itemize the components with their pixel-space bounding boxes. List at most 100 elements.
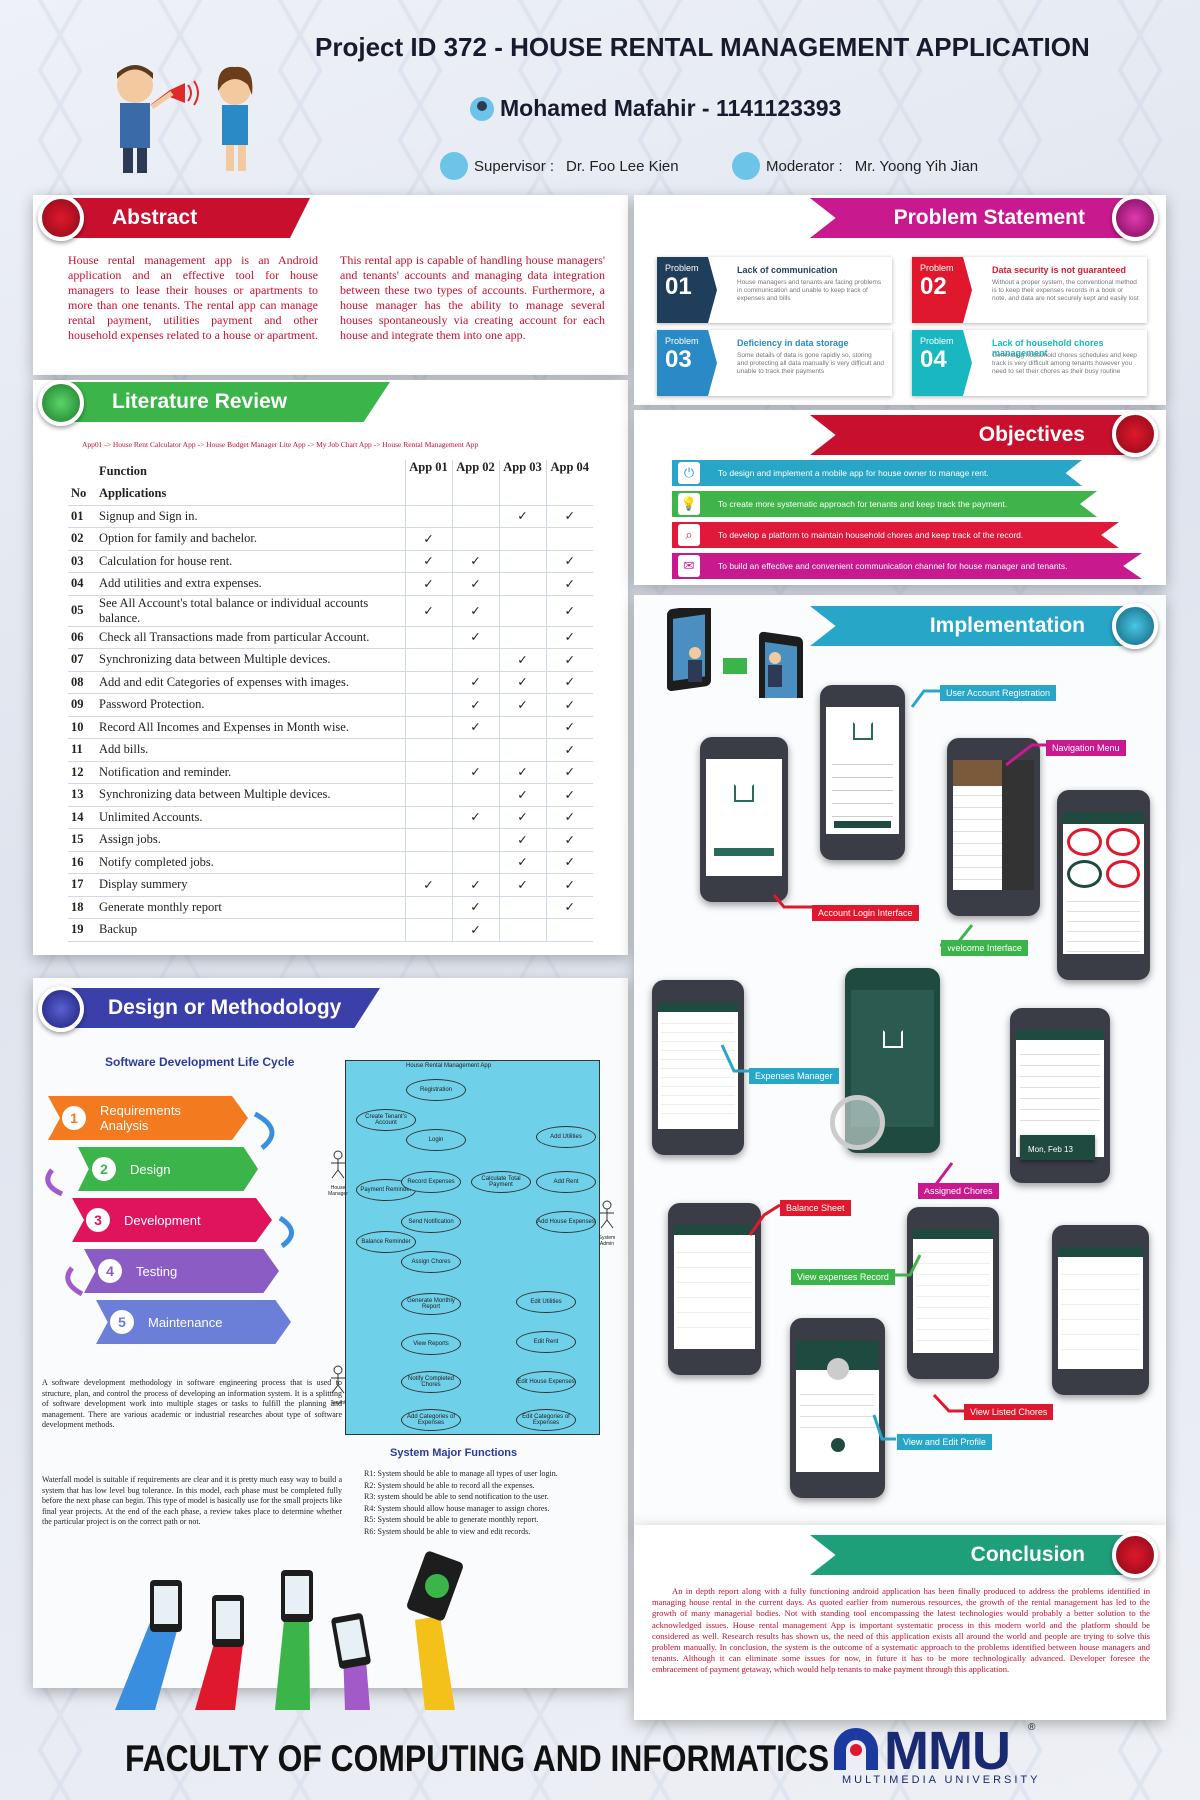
table-row: 13 Synchronizing data between Multiple de… — [68, 783, 593, 807]
app-4-cell: ✓ — [545, 505, 593, 528]
check-mark-icon: ✓ — [470, 603, 481, 618]
row-number: 02 — [68, 527, 96, 551]
sdlc-arrows — [40, 1100, 310, 1310]
problem-label: Problem — [665, 263, 699, 273]
check-mark-icon: ✓ — [517, 877, 528, 892]
use-case-bubble: Edit House Expenses — [516, 1371, 576, 1393]
objectives-circle-icon — [1112, 411, 1158, 457]
app-4-cell: ✓ — [545, 828, 593, 852]
abstract-circle-icon — [38, 195, 84, 241]
abstract-paragraph-2: This rental app is capable of handling h… — [340, 253, 605, 342]
app-2-cell: ✓ — [451, 595, 499, 627]
row-number: 19 — [68, 918, 96, 942]
check-mark-icon: ✓ — [470, 922, 481, 937]
row-number: 15 — [68, 828, 96, 852]
use-case-bubble: Add Rent — [536, 1171, 596, 1193]
row-number: 13 — [68, 783, 96, 807]
check-mark-icon: ✓ — [423, 576, 434, 591]
problem-title: Data security is not guaranteed — [992, 265, 1127, 275]
app-4-cell: ✓ — [545, 671, 593, 694]
objective-text: To create more systematic approach for t… — [718, 499, 1008, 509]
app-2-cell: ✓ — [451, 716, 499, 739]
problem-number: 03 — [665, 346, 692, 373]
app-2-cell: ✓ — [451, 918, 499, 942]
app-2-cell — [451, 828, 499, 852]
use-case-bubble: View Reports — [401, 1333, 461, 1355]
problem-number-block: Problem 01 — [657, 257, 717, 323]
app-4-cell: ✓ — [545, 761, 593, 784]
app-1-cell: ✓ — [404, 572, 452, 596]
app-2-cell — [451, 851, 499, 874]
mmu-reg-mark: ® — [1028, 1722, 1036, 1733]
check-mark-icon: ✓ — [564, 554, 575, 569]
use-case-bubble: Assign Chores — [401, 1251, 461, 1273]
student-name: Mohamed Mafahir - 1141123393 — [500, 95, 842, 121]
app-4-cell: ✓ — [545, 595, 593, 627]
header-illustration — [90, 55, 280, 175]
lightbulb-icon: 💡 — [678, 493, 700, 515]
lit-body: 01 Signup and Sign in. ✓ ✓ 02 Option for fami… — [68, 505, 593, 942]
app-4-cell: ✓ — [545, 716, 593, 739]
check-mark-icon: ✓ — [470, 877, 481, 892]
app-1-cell — [404, 918, 452, 942]
check-mark-icon: ✓ — [517, 855, 528, 870]
design-circle-icon — [38, 986, 84, 1032]
app-2-cell: ✓ — [451, 572, 499, 596]
supervisor-name: Dr. Foo Lee Kien — [566, 157, 679, 175]
app-3-cell: ✓ — [498, 783, 546, 807]
supervisor-line: Supervisor : Dr. Foo Lee Kien — [440, 152, 679, 180]
table-row: 16 Notify completed jobs. ✓ ✓ — [68, 851, 593, 874]
table-row: 17 Display summery ✓ ✓ ✓ ✓ — [68, 873, 593, 897]
row-number: 16 — [68, 851, 96, 874]
app-1-cell: ✓ — [404, 873, 452, 897]
check-mark-icon: ✓ — [423, 877, 434, 892]
callout-connectors — [720, 689, 1046, 1441]
app-4-cell: ✓ — [545, 738, 593, 762]
table-row: 05 See All Account's total balance or ind… — [68, 595, 593, 627]
moderator-label: Moderator : — [766, 157, 843, 175]
use-case-diagram: House Rental Management App Registration… — [345, 1060, 600, 1435]
actor-right: System Admin — [592, 1200, 622, 1247]
app-1-cell: ✓ — [404, 550, 452, 573]
app-3-cell: ✓ — [498, 828, 546, 852]
check-mark-icon: ✓ — [564, 900, 575, 915]
problem-number: 02 — [920, 273, 947, 300]
row-function: Option for family and bachelor. — [96, 527, 405, 551]
design-title-bar: Design or Methodology — [60, 988, 380, 1028]
app-1-cell — [404, 648, 452, 672]
problem-text: Without a proper system, the conventiona… — [992, 279, 1139, 302]
app-3-cell — [498, 896, 546, 919]
row-number: 09 — [68, 693, 96, 717]
check-mark-icon: ✓ — [517, 765, 528, 780]
app-4-cell: ✓ — [545, 626, 593, 649]
lit-head-row-1: Function App 01 App 02 App 03 App 04 — [68, 460, 593, 483]
problem-label: Problem — [920, 336, 954, 346]
check-mark-icon: ✓ — [423, 531, 434, 546]
actor-left-label: House Manager — [328, 1185, 348, 1197]
lit-head-row-2: No Applications — [68, 482, 593, 506]
table-row: 08 Add and edit Categories of expenses wi… — [68, 671, 593, 694]
problem-number-block: Problem 04 — [912, 330, 972, 396]
use-case-bubble: Edit Categories of Expenses — [516, 1409, 576, 1431]
check-mark-icon: ✓ — [564, 652, 575, 667]
check-mark-icon: ✓ — [564, 787, 575, 802]
literature-table-wrap: Function App 01 App 02 App 03 App 04 No … — [68, 460, 593, 942]
objective-text: To design and implement a mobile app for… — [718, 468, 989, 478]
use-case-bubble: Create Tenant's Account — [356, 1109, 416, 1131]
supervisor-label: Supervisor : — [474, 157, 555, 175]
app-3-cell — [498, 716, 546, 739]
row-function: Signup and Sign in. — [96, 505, 405, 528]
search-icon: ⌕ — [678, 524, 700, 546]
objectives-title-bar: Objectives — [810, 415, 1130, 455]
row-function: Record All Incomes and Expenses in Month… — [96, 716, 405, 739]
app-1-cell — [404, 806, 452, 829]
app-2-cell — [451, 648, 499, 672]
use-case-bubble: Edit Rent — [516, 1331, 576, 1353]
row-function: Notify completed jobs. — [96, 851, 405, 874]
use-case-bubble: Generate Monthly Report — [401, 1293, 461, 1315]
mmu-logo-text: MMU — [884, 1721, 1011, 1781]
use-case-bubble: Calculate Total Payment — [471, 1171, 531, 1193]
check-mark-icon: ✓ — [564, 697, 575, 712]
literature-circle-icon — [38, 380, 84, 426]
major-functions-title: System Major Functions — [390, 1447, 518, 1459]
